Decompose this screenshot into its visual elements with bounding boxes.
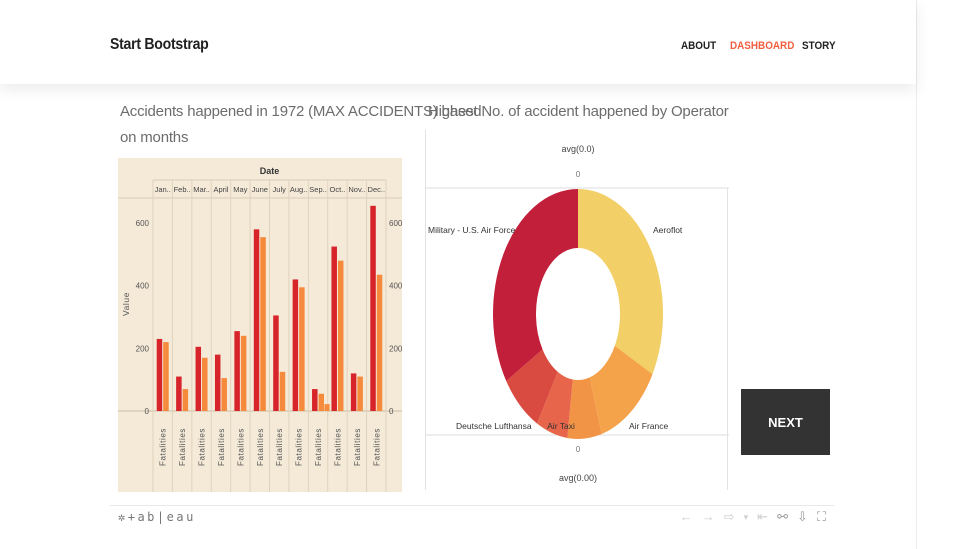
data-bar xyxy=(318,393,325,411)
donut-slice xyxy=(578,189,663,375)
month-tick-label: April xyxy=(213,185,228,194)
tableau-toolbar: ✲+ab|eau ← → ⇨ ▾ ⇤ ⚯ ⇩ ⛶ xyxy=(110,505,834,529)
data-bar xyxy=(240,335,247,411)
data-bar xyxy=(273,315,279,411)
slice-label: Deutsche Lufthansa xyxy=(456,421,532,431)
data-bar xyxy=(260,237,266,411)
data-bar xyxy=(221,378,227,411)
data-bar xyxy=(163,342,169,411)
month-tick-label: May xyxy=(233,185,247,194)
y-tick-label-left: 200 xyxy=(136,344,150,353)
data-bar xyxy=(253,229,260,411)
undo-icon[interactable]: ← xyxy=(680,509,693,525)
y-tick-label-left: 600 xyxy=(136,219,150,228)
data-bar xyxy=(195,346,202,411)
top-axis-value: 0 xyxy=(576,170,581,179)
data-bar xyxy=(337,260,344,411)
bottom-axis-value: 0 xyxy=(576,445,581,454)
nav-about[interactable]: ABOUT xyxy=(681,40,716,52)
y-tick-label-left: 0 xyxy=(145,407,150,416)
slice-label: Air France xyxy=(629,421,668,431)
bar-chart: Date Jan.. Fatalities Feb.. Fatalities Mar.. F… xyxy=(118,166,402,492)
month-tick-label: Mar.. xyxy=(193,185,210,194)
data-bar xyxy=(279,371,286,411)
y-tick-label-right: 200 xyxy=(389,344,402,353)
y-axis-label-left: Value xyxy=(121,292,131,316)
month-tick-label: Nov.. xyxy=(348,185,365,194)
month-tick-label: Aug.. xyxy=(290,185,308,194)
data-bar xyxy=(182,389,189,411)
tableau-logo-icon: ✲ xyxy=(118,510,128,524)
fatalities-label: Fatalities xyxy=(159,428,168,466)
slice-label: Aeroflot xyxy=(653,225,683,235)
donut-chart: avg(0.0) 0 0 avg(0.00) Aeroflot Air France Air… xyxy=(426,130,729,483)
bar-chart-title-line2: on months xyxy=(120,129,189,146)
reset-icon[interactable]: ⇤ xyxy=(757,509,768,525)
right-margin xyxy=(916,0,958,549)
month-tick-label: Feb.. xyxy=(174,185,191,194)
data-bar xyxy=(312,389,318,411)
data-bar xyxy=(214,354,221,411)
nav-dashboard[interactable]: DASHBOARD xyxy=(730,40,794,52)
fullscreen-icon[interactable]: ⛶ xyxy=(817,509,826,525)
y-tick-label-right: 600 xyxy=(389,219,402,228)
revert-icon[interactable]: ⇨ xyxy=(724,509,735,525)
bar-chart-panel: Date Jan.. Fatalities Feb.. Fatalities Mar.. F… xyxy=(118,158,402,492)
data-bar xyxy=(357,376,363,411)
fatalities-label: Fatalities xyxy=(256,428,265,466)
tableau-tools: ← → ⇨ ▾ ⇤ ⚯ ⇩ ⛶ xyxy=(680,509,826,525)
fatalities-label: Fatalities xyxy=(353,428,362,466)
data-bar xyxy=(156,338,163,411)
dropdown-icon[interactable]: ▾ xyxy=(744,512,749,525)
data-bar xyxy=(176,376,182,411)
month-tick-label: Oct.. xyxy=(330,185,346,194)
data-bar xyxy=(376,274,383,411)
y-tick-label-right: 400 xyxy=(389,282,402,291)
fatalities-label: Fatalities xyxy=(178,428,187,466)
slice-label: Air Taxi xyxy=(547,421,575,431)
fatalities-label: Fatalities xyxy=(295,428,304,466)
donut-chart-panel: avg(0.0) 0 0 avg(0.00) Aeroflot Air France Air… xyxy=(425,130,729,490)
fatalities-label: Fatalities xyxy=(217,428,226,466)
tableau-logo[interactable]: ✲+ab|eau xyxy=(118,510,196,524)
slice-label: Military - U.S. Air Force xyxy=(428,225,516,235)
month-tick-label: Sep.. xyxy=(309,185,327,194)
top-navbar: Start Bootstrap ABOUT DASHBOARD STORY xyxy=(0,0,916,84)
nav-story[interactable]: STORY xyxy=(802,40,836,52)
fatalities-label: Fatalities xyxy=(372,428,381,466)
month-tick-label: Jan.. xyxy=(155,185,171,194)
redo-icon[interactable]: → xyxy=(702,509,715,525)
next-button[interactable]: NEXT xyxy=(741,389,830,455)
share-icon[interactable]: ⚯ xyxy=(777,509,788,525)
month-tick-label: Dec.. xyxy=(368,185,386,194)
fatalities-label: Fatalities xyxy=(236,428,245,466)
donut-slice xyxy=(493,189,578,381)
fatalities-label: Fatalities xyxy=(275,428,284,466)
top-axis-label: avg(0.0) xyxy=(561,144,594,154)
data-bar xyxy=(350,373,357,411)
date-header: Date xyxy=(260,166,280,176)
data-bar xyxy=(370,205,376,411)
bottom-axis-label: avg(0.00) xyxy=(559,473,597,483)
y-tick-label-right: 0 xyxy=(389,407,394,416)
fatalities-label: Fatalities xyxy=(198,428,207,466)
data-bar xyxy=(324,404,330,411)
month-tick-label: June xyxy=(252,185,268,194)
data-bar xyxy=(202,357,208,411)
donut-chart-title: Highest No. of accident happened by Oper… xyxy=(428,103,729,120)
data-bar xyxy=(331,246,337,411)
brand-link[interactable]: Start Bootstrap xyxy=(110,36,209,54)
data-bar xyxy=(299,287,305,411)
data-bar xyxy=(234,331,240,411)
month-tick-label: July xyxy=(273,185,287,194)
fatalities-label: Fatalities xyxy=(314,428,323,466)
tableau-logo-text: +ab|eau xyxy=(127,510,196,524)
data-bar xyxy=(292,279,299,411)
fatalities-label: Fatalities xyxy=(333,428,342,466)
y-tick-label-left: 400 xyxy=(136,282,150,291)
download-icon[interactable]: ⇩ xyxy=(797,509,808,525)
